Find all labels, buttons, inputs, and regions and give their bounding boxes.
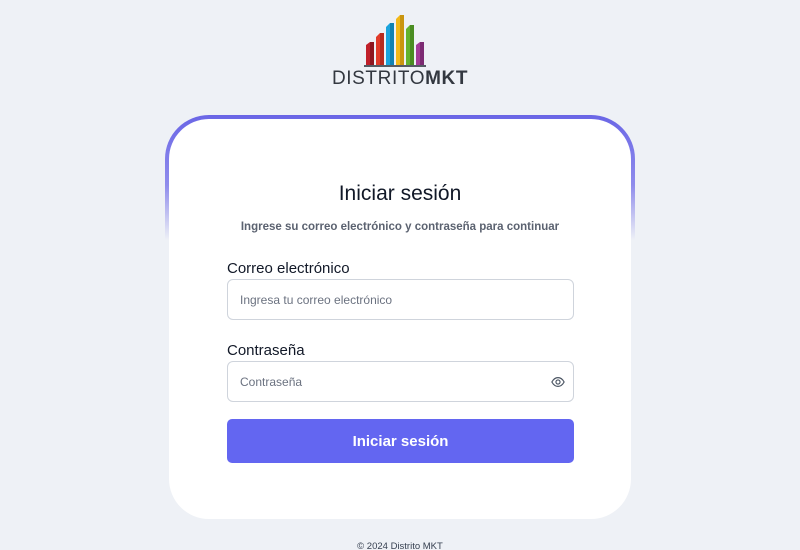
city-bars-logo-icon (364, 15, 426, 67)
login-page: DISTRITOMKT Iniciar sesión Ingrese su co… (0, 0, 800, 550)
login-card: Iniciar sesión Ingrese su correo electró… (169, 119, 631, 519)
brand-name-bold: MKT (425, 68, 469, 89)
login-submit-button[interactable]: Iniciar sesión (227, 419, 574, 463)
eye-icon[interactable] (551, 375, 565, 389)
brand-wordmark: DISTRITOMKT (0, 68, 800, 90)
email-label: Correo electrónico (227, 260, 350, 277)
password-field[interactable] (228, 362, 573, 401)
email-field[interactable] (228, 280, 573, 319)
password-label: Contraseña (227, 342, 305, 359)
login-card-border: Iniciar sesión Ingrese su correo electró… (165, 115, 635, 523)
password-field-box (227, 361, 574, 402)
email-field-box (227, 279, 574, 320)
brand-name-light: DISTRITO (331, 68, 426, 89)
footer-copyright: © 2024 Distrito MKT (357, 541, 443, 550)
login-subtitle: Ingrese su correo electrónico y contrase… (240, 221, 560, 233)
login-title: Iniciar sesión (338, 182, 462, 205)
